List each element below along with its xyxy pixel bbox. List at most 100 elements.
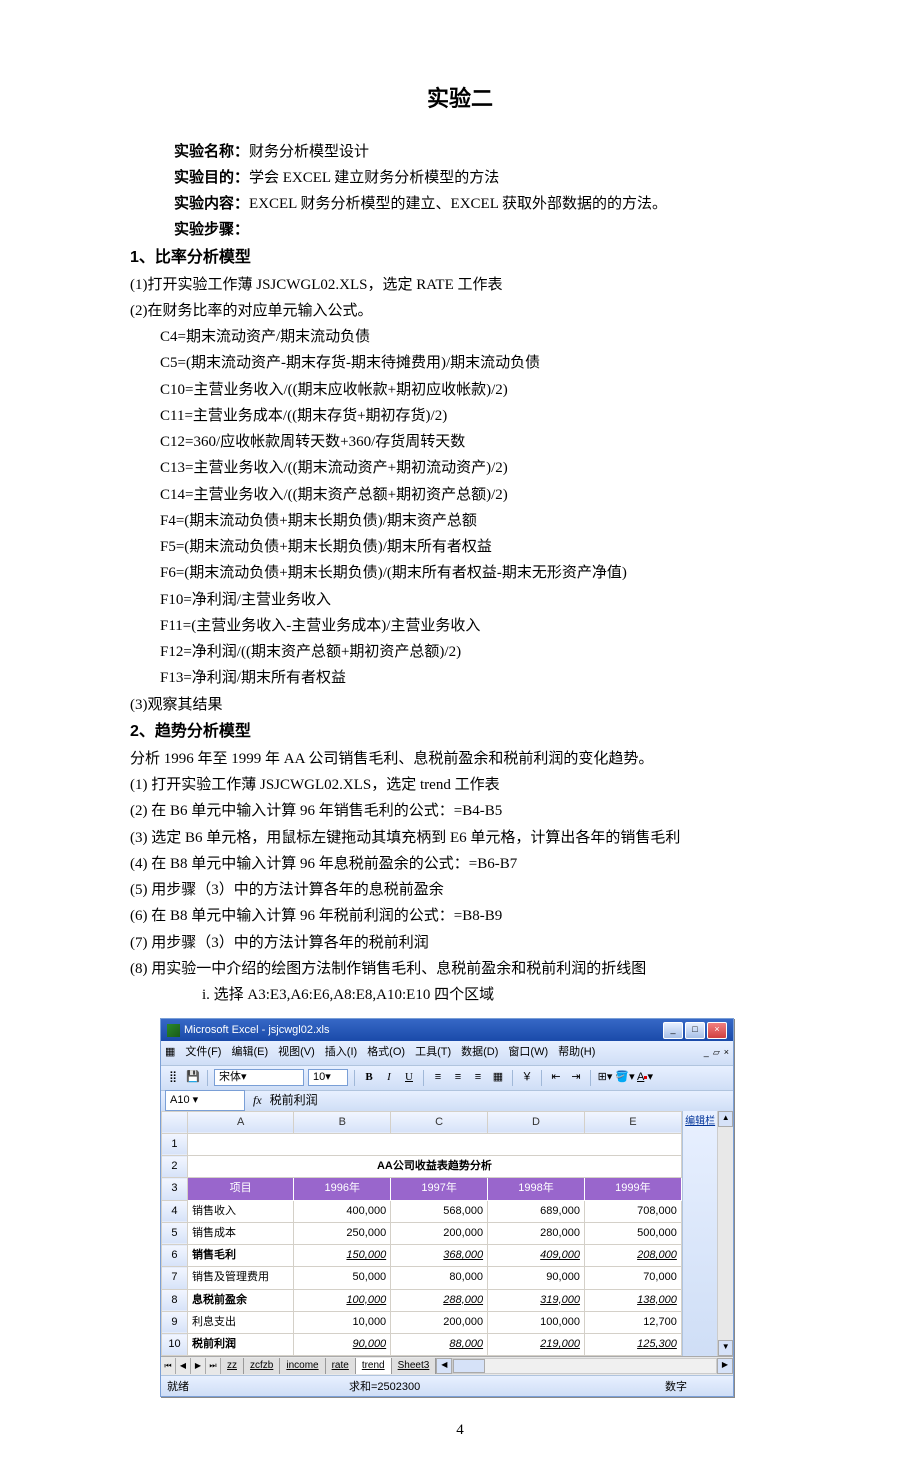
header-1996[interactable]: 1996年 bbox=[294, 1178, 391, 1200]
scroll-up-arrow[interactable]: ▲ bbox=[718, 1111, 733, 1127]
row-header[interactable]: 3 bbox=[162, 1178, 188, 1200]
data-cell[interactable]: 368,000 bbox=[391, 1245, 488, 1267]
data-cell[interactable]: 568,000 bbox=[391, 1200, 488, 1222]
data-cell[interactable]: 200,000 bbox=[391, 1222, 488, 1244]
col-header-e[interactable]: E bbox=[584, 1111, 681, 1133]
scroll-left-arrow[interactable]: ◀ bbox=[436, 1358, 452, 1374]
row-header[interactable]: 4 bbox=[162, 1200, 188, 1222]
select-all-corner[interactable] bbox=[162, 1111, 188, 1133]
data-cell[interactable]: 90,000 bbox=[294, 1334, 391, 1356]
tab-nav-prev[interactable]: ◀ bbox=[176, 1358, 191, 1374]
row-label-cell[interactable]: 税前利润 bbox=[187, 1334, 293, 1356]
row-header[interactable]: 7 bbox=[162, 1267, 188, 1289]
merge-center-button[interactable]: ▦ bbox=[490, 1070, 506, 1086]
name-box[interactable]: A10 ▾ bbox=[165, 1090, 245, 1111]
header-1998[interactable]: 1998年 bbox=[488, 1178, 585, 1200]
spreadsheet-grid[interactable]: A B C D E 1 2AA公司收益表趋势分析 3 项目 1996年 1997… bbox=[161, 1111, 682, 1357]
row-header[interactable]: 2 bbox=[162, 1156, 188, 1178]
data-cell[interactable]: 90,000 bbox=[488, 1267, 585, 1289]
menu-format[interactable]: 格式(O) bbox=[367, 1043, 405, 1062]
italic-button[interactable]: I bbox=[381, 1070, 397, 1086]
data-cell[interactable]: 319,000 bbox=[488, 1289, 585, 1311]
row-header[interactable]: 6 bbox=[162, 1245, 188, 1267]
doc-restore-button[interactable]: _ bbox=[704, 1045, 709, 1061]
data-cell[interactable]: 689,000 bbox=[488, 1200, 585, 1222]
align-right-button[interactable]: ≡ bbox=[470, 1070, 486, 1086]
menu-file[interactable]: 文件(F) bbox=[185, 1043, 221, 1062]
font-name-select[interactable]: 宋体 ▾ bbox=[214, 1069, 304, 1086]
currency-button[interactable]: ￥ bbox=[519, 1070, 535, 1086]
menu-help[interactable]: 帮助(H) bbox=[558, 1043, 595, 1062]
header-1997[interactable]: 1997年 bbox=[391, 1178, 488, 1200]
row-label-cell[interactable]: 利息支出 bbox=[187, 1311, 293, 1333]
sheet-tab-Sheet3[interactable]: Sheet3 bbox=[392, 1358, 437, 1374]
table-title-cell[interactable]: AA公司收益表趋势分析 bbox=[187, 1156, 681, 1178]
data-cell[interactable]: 500,000 bbox=[584, 1222, 681, 1244]
col-header-c[interactable]: C bbox=[391, 1111, 488, 1133]
sheet-tab-income[interactable]: income bbox=[280, 1358, 325, 1374]
row-label-cell[interactable]: 销售成本 bbox=[187, 1222, 293, 1244]
task-pane[interactable]: 编辑栏 bbox=[682, 1111, 718, 1357]
row-header[interactable]: 10 bbox=[162, 1334, 188, 1356]
vertical-scrollbar[interactable]: ▲ ▼ bbox=[717, 1111, 733, 1357]
data-cell[interactable]: 409,000 bbox=[488, 1245, 585, 1267]
row-header[interactable]: 8 bbox=[162, 1289, 188, 1311]
doc-close-button[interactable]: × bbox=[724, 1045, 729, 1061]
scroll-right-arrow[interactable]: ▶ bbox=[717, 1358, 733, 1374]
row-header[interactable]: 1 bbox=[162, 1133, 188, 1155]
data-cell[interactable]: 70,000 bbox=[584, 1267, 681, 1289]
data-cell[interactable]: 88,000 bbox=[391, 1334, 488, 1356]
data-cell[interactable]: 150,000 bbox=[294, 1245, 391, 1267]
align-center-button[interactable]: ≡ bbox=[450, 1070, 466, 1086]
header-1999[interactable]: 1999年 bbox=[584, 1178, 681, 1200]
underline-button[interactable]: U bbox=[401, 1070, 417, 1086]
minimize-button[interactable]: _ bbox=[663, 1022, 683, 1039]
maximize-button[interactable]: □ bbox=[685, 1022, 705, 1039]
doc-max-button[interactable]: ▱ bbox=[713, 1045, 720, 1061]
row-label-cell[interactable]: 销售毛利 bbox=[187, 1245, 293, 1267]
formula-bar[interactable]: 税前利润 bbox=[270, 1090, 318, 1111]
save-icon[interactable]: 💾 bbox=[185, 1070, 201, 1086]
menu-edit[interactable]: 编辑(E) bbox=[231, 1043, 268, 1062]
scroll-down-arrow[interactable]: ▼ bbox=[718, 1340, 733, 1356]
menu-insert[interactable]: 插入(I) bbox=[325, 1043, 357, 1062]
data-cell[interactable]: 280,000 bbox=[488, 1222, 585, 1244]
data-cell[interactable]: 138,000 bbox=[584, 1289, 681, 1311]
menu-window[interactable]: 窗口(W) bbox=[508, 1043, 548, 1062]
menu-tools[interactable]: 工具(T) bbox=[415, 1043, 451, 1062]
col-header-a[interactable]: A bbox=[187, 1111, 293, 1133]
menu-view[interactable]: 视图(V) bbox=[278, 1043, 315, 1062]
fill-color-button[interactable]: 🪣▾ bbox=[617, 1070, 633, 1086]
data-cell[interactable]: 100,000 bbox=[294, 1289, 391, 1311]
borders-button[interactable]: ⊞▾ bbox=[597, 1070, 613, 1086]
data-cell[interactable]: 219,000 bbox=[488, 1334, 585, 1356]
font-color-button[interactable]: A▾ bbox=[637, 1070, 653, 1086]
data-cell[interactable]: 208,000 bbox=[584, 1245, 681, 1267]
sheet-tab-zz[interactable]: zz bbox=[221, 1358, 244, 1374]
toolbar-handle-icon[interactable]: ⣿ bbox=[165, 1070, 181, 1086]
align-left-button[interactable]: ≡ bbox=[430, 1070, 446, 1086]
tab-nav-first[interactable]: ⏮ bbox=[161, 1358, 176, 1374]
font-size-select[interactable]: 10 ▾ bbox=[308, 1069, 348, 1086]
data-cell[interactable]: 250,000 bbox=[294, 1222, 391, 1244]
fx-icon[interactable]: fx bbox=[253, 1090, 262, 1111]
row-header[interactable]: 9 bbox=[162, 1311, 188, 1333]
data-cell[interactable]: 125,300 bbox=[584, 1334, 681, 1356]
data-cell[interactable]: 400,000 bbox=[294, 1200, 391, 1222]
bold-button[interactable]: B bbox=[361, 1070, 377, 1086]
data-cell[interactable]: 10,000 bbox=[294, 1311, 391, 1333]
data-cell[interactable]: 100,000 bbox=[488, 1311, 585, 1333]
row-header[interactable]: 5 bbox=[162, 1222, 188, 1244]
tab-nav-next[interactable]: ▶ bbox=[191, 1358, 206, 1374]
cell[interactable] bbox=[187, 1133, 681, 1155]
row-label-cell[interactable]: 销售及管理费用 bbox=[187, 1267, 293, 1289]
sheet-tab-zcfzb[interactable]: zcfzb bbox=[244, 1358, 280, 1374]
data-cell[interactable]: 80,000 bbox=[391, 1267, 488, 1289]
horizontal-scrollbar[interactable]: ◀ ▶ bbox=[436, 1358, 733, 1374]
col-header-d[interactable]: D bbox=[488, 1111, 585, 1133]
row-label-cell[interactable]: 息税前盈余 bbox=[187, 1289, 293, 1311]
row-label-cell[interactable]: 销售收入 bbox=[187, 1200, 293, 1222]
menu-data[interactable]: 数据(D) bbox=[461, 1043, 498, 1062]
close-button[interactable]: × bbox=[707, 1022, 727, 1039]
col-header-b[interactable]: B bbox=[294, 1111, 391, 1133]
